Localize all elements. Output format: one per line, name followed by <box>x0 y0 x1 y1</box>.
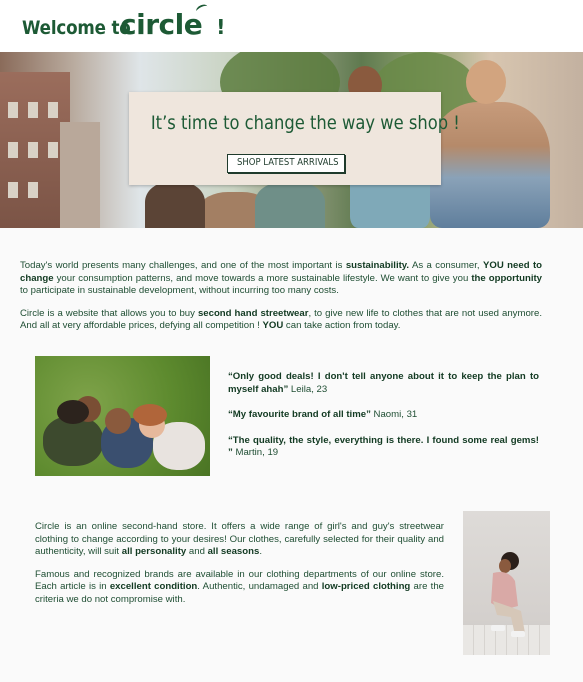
testimonial-quote: “Only good deals! I don't tell anyone ab… <box>228 371 539 395</box>
body-text: can take action from today. <box>283 320 401 331</box>
photo-face <box>105 408 131 434</box>
emphasis-text: YOU <box>262 320 284 331</box>
welcome-text: Welcome to <box>22 17 131 39</box>
hero-photo-person <box>255 182 325 228</box>
exclamation-mark: ! <box>216 15 226 39</box>
testimonial-author: Naomi, 31 <box>370 409 418 420</box>
emphasis-text: the opportunity <box>471 272 543 284</box>
hero-photo-building <box>60 122 100 228</box>
testimonial-2: “My favourite brand of all time” Naomi, … <box>228 409 539 422</box>
photo-hair <box>57 400 89 424</box>
body-text: to participate in sustainable developmen… <box>20 285 339 296</box>
intro-paragraph-2: Circle is a website that allows you to b… <box>20 308 542 333</box>
testimonial-quote: “My favourite brand of all time” <box>228 409 371 420</box>
emphasis-text: all personality <box>121 546 187 557</box>
testimonials: “Only good deals! I don't tell anyone ab… <box>228 371 539 473</box>
shop-latest-arrivals-button[interactable]: SHOP LATEST ARRIVALS <box>227 154 345 173</box>
about-paragraph-1: Circle is an online second-hand store. I… <box>35 521 444 559</box>
body-text: As a consumer, <box>409 260 483 271</box>
circle-logo[interactable]: circle <box>120 2 210 41</box>
page: Welcome to circle ! It’s time to change … <box>0 0 583 682</box>
logo-text: circle <box>120 8 203 41</box>
model-crouching-image <box>463 511 550 655</box>
body-text: Today's world presents many challenges, … <box>20 260 346 271</box>
leaf-icon <box>195 2 210 16</box>
model-figure <box>491 552 525 637</box>
hero-card: It’s time to change the way we shop ! SH… <box>129 92 460 185</box>
friends-on-grass-image <box>35 356 210 476</box>
about-section: Circle is an online second-hand store. I… <box>35 521 444 606</box>
testimonial-author: Martin, 19 <box>232 447 279 458</box>
hero-photo-person <box>145 182 205 228</box>
emphasis-text: sustainability. <box>345 260 410 271</box>
body-text: . <box>259 546 262 557</box>
testimonial-3: “The quality, the style, everything is t… <box>228 435 539 460</box>
shop-button-label: SHOP LATEST ARRIVALS <box>236 157 339 168</box>
header: Welcome to circle ! <box>0 0 583 52</box>
body-text: your consumption patterns, and move towa… <box>53 272 472 284</box>
emphasis-text: second hand streetwear <box>197 307 309 319</box>
body-text: . Authentic, undamaged and <box>197 581 322 592</box>
testimonial-1: “Only good deals! I don't tell anyone ab… <box>228 371 539 396</box>
body-text: and <box>186 546 208 557</box>
emphasis-text: excellent condition <box>109 581 198 592</box>
photo-hair <box>133 404 167 426</box>
testimonial-author: Leila, 23 <box>288 383 328 395</box>
welcome-heading: Welcome to circle ! <box>22 2 226 41</box>
emphasis-text: all seasons <box>207 546 260 557</box>
hero-photo-person-head <box>466 60 506 104</box>
hero-title: It’s time to change the way we shop ! <box>150 112 460 134</box>
emphasis-text: low-priced clothing <box>321 581 411 592</box>
about-paragraph-2: Famous and recognized brands are availab… <box>35 569 444 607</box>
intro-section: Today's world presents many challenges, … <box>20 260 542 333</box>
intro-paragraph-1: Today's world presents many challenges, … <box>20 260 542 298</box>
body-text: Circle is a website that allows you to b… <box>20 307 198 319</box>
hero-banner: It’s time to change the way we shop ! SH… <box>0 52 583 228</box>
